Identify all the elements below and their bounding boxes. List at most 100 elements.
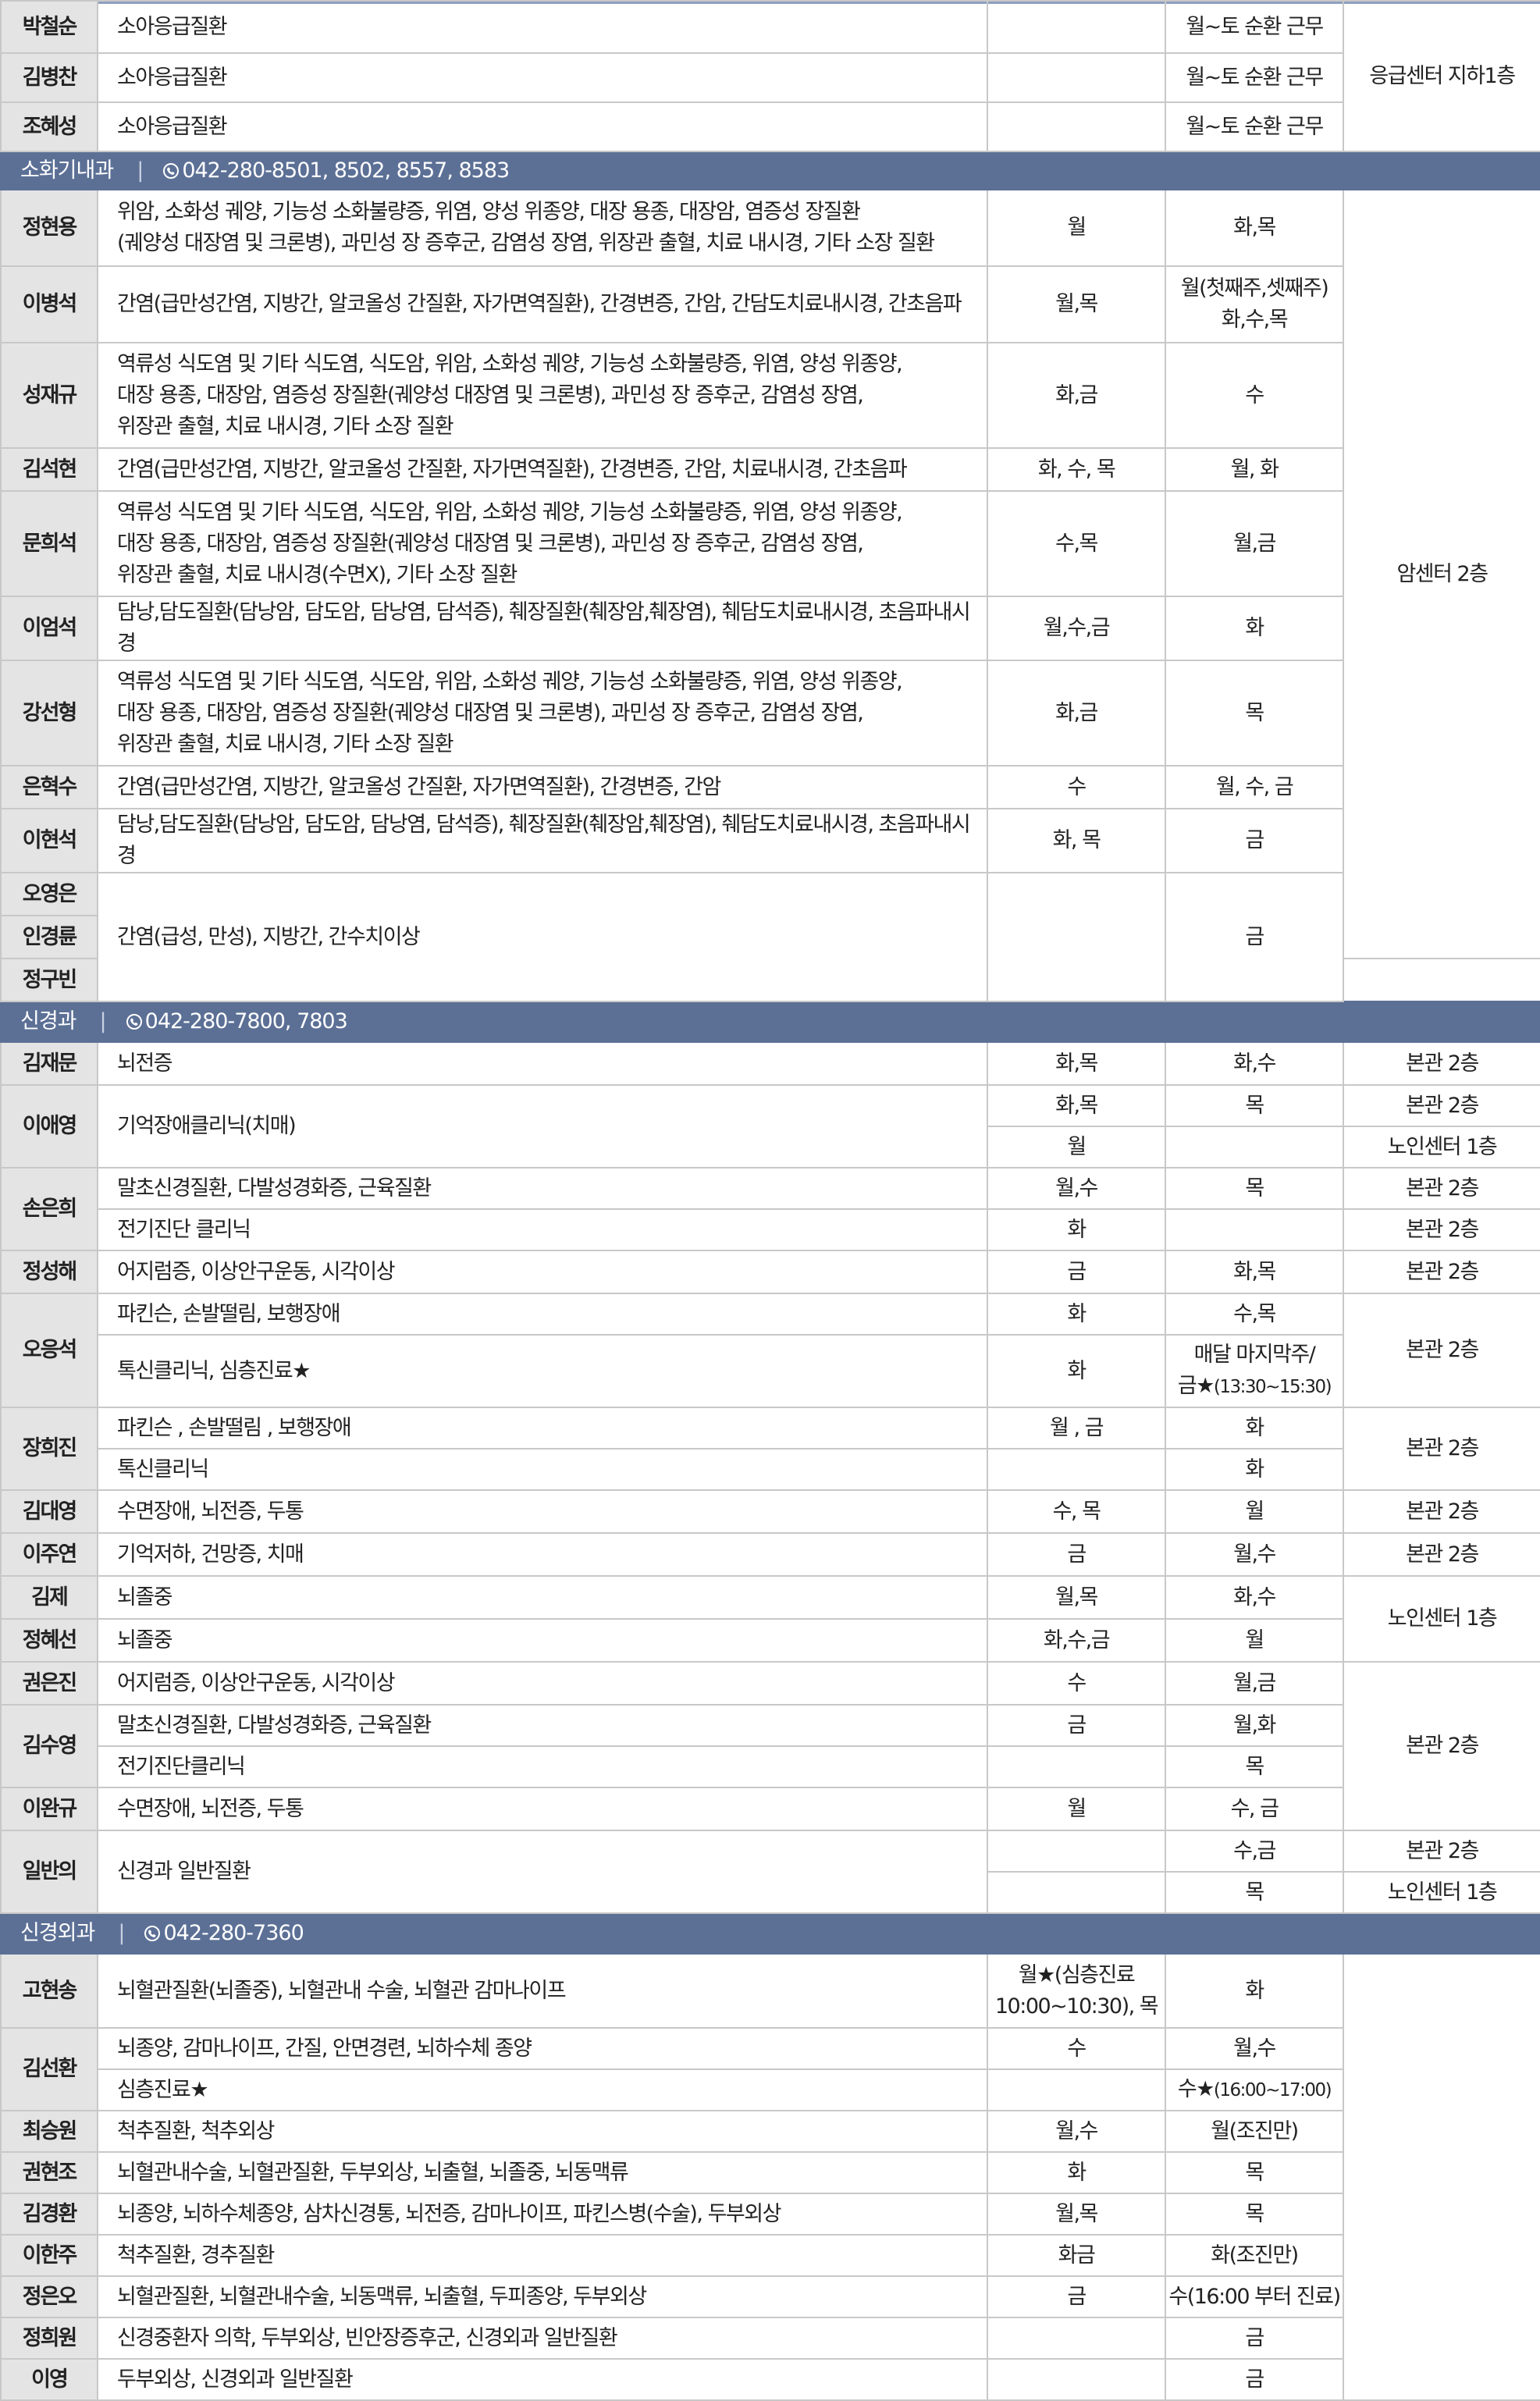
- table-row: 김병찬 소아응급질환 월~토 순환 근무: [0, 52, 1540, 103]
- section-header: 신경외과 | 042-280-7360: [0, 1912, 1540, 1955]
- clinic-days: 월,수,금: [987, 596, 1166, 661]
- surgery-days: 금: [1165, 872, 1344, 1002]
- doctor-name: 고현송: [0, 1953, 98, 2029]
- specialty: 뇌혈관내수술, 뇌혈관질환, 두부외상, 뇌출혈, 뇌졸중, 뇌동맥류: [97, 2151, 988, 2194]
- specialty-line: 위암, 소화성 궤양, 기능성 소화불량증, 위염, 양성 위종양, 대장 용종…: [117, 200, 861, 224]
- surgery-days: 목: [1165, 1871, 1344, 1914]
- surgery-days: 수: [1165, 342, 1344, 449]
- specialty: 소아응급질환: [97, 52, 988, 103]
- table-row: 권은진 어지럼증, 이상안구운동, 시각이상 수 월,금 본관 2층: [0, 1661, 1540, 1831]
- surgery-days: 월~토 순환 근무: [1165, 52, 1344, 103]
- location: 본관 2층: [1343, 1830, 1540, 1873]
- specialty: 수면장애, 뇌전증, 두통: [97, 1787, 988, 1831]
- specialty: 신경중환자 의학, 두부외상, 빈안장증후군, 신경외과 일반질환: [97, 2317, 988, 2360]
- clinic-days: 화,금: [987, 342, 1166, 449]
- surgery-time: (16:00~17:00): [1213, 2080, 1332, 2100]
- doctor-name: 오영은: [0, 872, 98, 916]
- specialty: 말초신경질환, 다발성경화증, 근육질환: [97, 1704, 988, 1747]
- surgery-days: 목: [1165, 660, 1344, 767]
- dept-name: 신경과: [20, 1009, 77, 1033]
- specialty: 간염(급만성간염, 지방간, 알코올성 간질환, 자가면역질환), 간경변증, …: [97, 765, 988, 809]
- clinic-days: 금: [987, 1704, 1166, 1747]
- specialty-line: 대장 용종, 대장암, 염증성 장질환(궤양성 대장염 및 크론병), 과민성 …: [117, 531, 864, 556]
- surgery-days: 월(첫째주,셋째주) 화,수,목: [1165, 265, 1344, 343]
- surgery-days: 월: [1165, 1489, 1344, 1534]
- surgery-days: 월,수: [1165, 1532, 1344, 1577]
- clinic-days: [987, 1745, 1166, 1788]
- specialty: 톡신클리닉: [97, 1448, 988, 1491]
- doctor-name: 이애영: [0, 1084, 98, 1168]
- specialty-line: 역류성 식도염 및 기타 식도염, 식도암, 위암, 소화성 궤양, 기능성 소…: [117, 351, 903, 376]
- specialty-line: 역류성 식도염 및 기타 식도염, 식도암, 위암, 소화성 궤양, 기능성 소…: [117, 669, 903, 694]
- specialty: 위암, 소화성 궤양, 기능성 소화불량증, 위염, 양성 위종양, 대장 용종…: [97, 189, 988, 267]
- surgery-days: 화: [1165, 1407, 1344, 1449]
- surgery-days: 화,수: [1165, 1041, 1344, 1086]
- specialty: 간염(급만성간염, 지방간, 알코올성 간질환, 자가면역질환), 간경변증, …: [97, 265, 988, 343]
- surgery-days: 목: [1165, 2151, 1344, 2194]
- doctor-name: 일반의: [0, 1830, 98, 1914]
- surgery-days: 수(16:00 부터 진료): [1165, 2275, 1344, 2318]
- doctor-name: 이엄석: [0, 596, 98, 661]
- table-row: 톡신클리닉, 심층진료★ 화 매달 마지막주/금★(13:30~15:30): [1, 1334, 1540, 1408]
- surgery-days: 화,목: [1165, 1250, 1344, 1294]
- doctor-name: 김제: [0, 1575, 98, 1620]
- specialty: 역류성 식도염 및 기타 식도염, 식도암, 위암, 소화성 궤양, 기능성 소…: [97, 660, 988, 767]
- clinic-days: 화,수,금: [987, 1618, 1166, 1663]
- clinic-days: 화,금: [987, 660, 1166, 767]
- doctor-name: 이병석: [0, 265, 98, 343]
- clinic-days: 화: [987, 1293, 1166, 1336]
- specialty-line: 대장 용종, 대장암, 염증성 장질환(궤양성 대장염 및 크론병), 과민성 …: [117, 382, 864, 407]
- table-row: 김선환 뇌종양, 감마나이프, 간질, 안면경련, 뇌하수체 종양 수 월,수: [0, 2027, 1540, 2111]
- surgery-days: 목: [1165, 1084, 1344, 1127]
- surgery-line: 화,수,목: [1221, 308, 1289, 332]
- phone-icon: [163, 162, 180, 179]
- specialty: 전기진단클리닉: [97, 1745, 988, 1788]
- specialty-line: 역류성 식도염 및 기타 식도염, 식도암, 위암, 소화성 궤양, 기능성 소…: [117, 500, 903, 525]
- dept-name: 소화기내과: [20, 158, 114, 183]
- table-row: 권현조 뇌혈관내수술, 뇌혈관질환, 두부외상, 뇌출혈, 뇌졸중, 뇌동맥류 …: [0, 2151, 1540, 2194]
- clinic-days: 월: [987, 1126, 1166, 1168]
- section-header-neurosurg: 신경외과 | 042-280-7360: [0, 1912, 1540, 1955]
- location: 본관 2층: [1343, 1041, 1540, 1086]
- specialty: 심층진료★: [97, 2068, 988, 2111]
- specialty: 척추질환, 경추질환: [97, 2234, 988, 2277]
- location: 노인센터 1층: [1343, 1126, 1540, 1168]
- surgery-days: 수, 금: [1165, 1787, 1344, 1831]
- clinic-days: 화: [987, 1208, 1166, 1251]
- table-row: 김제 뇌졸중 월,목 화,수 노인센터 1층: [0, 1575, 1540, 1663]
- section-header-gastro: 소화기내과 | 042-280-8501, 8502, 8557, 8583: [0, 151, 1540, 190]
- clinic-days: 월,수: [987, 1167, 1166, 1210]
- doctor-name: 김대영: [0, 1489, 98, 1534]
- surgery-days: 월,금: [1165, 1661, 1344, 1706]
- surgery-days: 월: [1165, 1618, 1344, 1663]
- surgery-days: 수★(16:00~17:00): [1165, 2068, 1344, 2111]
- surgery-days: 월(조진만): [1165, 2110, 1344, 2153]
- section-header: 소화기내과 | 042-280-8501, 8502, 8557, 8583: [0, 151, 1540, 190]
- specialty: 어지럼증, 이상안구운동, 시각이상: [97, 1661, 988, 1706]
- doctor-name: 권현조: [0, 2151, 98, 2194]
- dept-phone: 042-280-8501, 8502, 8557, 8583: [182, 158, 510, 183]
- specialty: 톡신클리닉, 심층진료★: [97, 1334, 988, 1408]
- table-row: 일반의 신경과 일반질환 수,금 본관 2층: [0, 1830, 1540, 1914]
- clinic-days: 월: [987, 1787, 1166, 1831]
- clinic-days: 수: [987, 1661, 1166, 1706]
- doctor-name: 성재규: [0, 342, 98, 449]
- surgery-days: 금: [1165, 2317, 1344, 2360]
- doctor-name: 김수영: [0, 1704, 98, 1788]
- section-header-neuro: 신경과 | 042-280-7800, 7803: [0, 1001, 1540, 1043]
- specialty: 뇌전증: [97, 1041, 988, 1086]
- table-row: 이현석 담낭,담도질환(담낭암, 담도암, 담낭염, 담석증), 췌장질환(췌장…: [0, 808, 1540, 873]
- clinic-days: 화: [987, 2151, 1166, 2194]
- clinic-days: 월: [987, 189, 1166, 267]
- specialty: 말초신경질환, 다발성경화증, 근육질환: [97, 1167, 988, 1210]
- table-row: 김대영 수면장애, 뇌전증, 두통 수, 목 월 본관 2층: [0, 1489, 1540, 1534]
- table-row: 손은희 말초신경질환, 다발성경화증, 근육질환 월,수 목 본관 2층: [0, 1167, 1540, 1251]
- clinic-days: 수: [987, 2027, 1166, 2070]
- surgery-days: 월~토 순환 근무: [1165, 101, 1344, 152]
- clinic-days: 월,목: [987, 265, 1166, 343]
- specialty: 파킨슨, 손발떨림, 보행장애: [97, 1293, 988, 1336]
- clinic-days: 금: [987, 2275, 1166, 2318]
- clinic-line: 10:00~10:30), 목: [994, 1994, 1159, 2019]
- section-header: 신경과 | 042-280-7800, 7803: [0, 1001, 1540, 1043]
- table-row: 이주연 기억저하, 건망증, 치매 금 월,수 본관 2층: [0, 1532, 1540, 1577]
